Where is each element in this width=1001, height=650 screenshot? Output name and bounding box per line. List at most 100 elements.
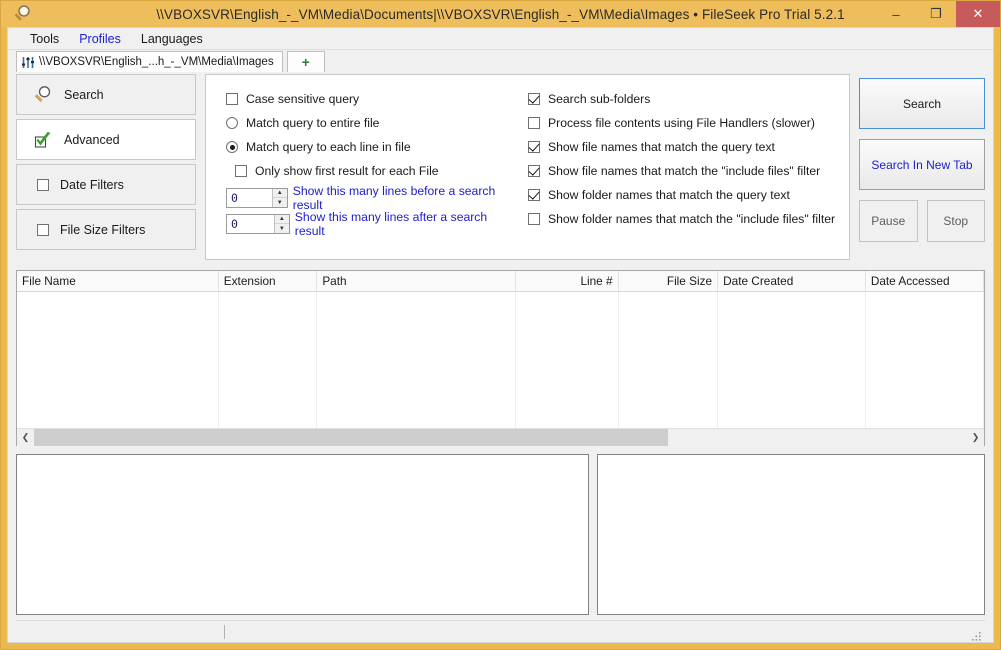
checkbox-icon[interactable] <box>226 93 238 105</box>
lines-after-value[interactable]: 0 <box>227 215 274 233</box>
option-label: Show folder names that match the query t… <box>548 188 790 202</box>
maximize-button[interactable]: ❐ <box>916 1 956 27</box>
magnifier-icon <box>7 3 37 25</box>
options-right-column: Search sub-folders Process file contents… <box>506 87 849 259</box>
radio-icon[interactable] <box>226 141 238 153</box>
add-tab-button[interactable]: + <box>286 51 325 72</box>
settings-accordion: Search Advanced Date Filters File Size F… <box>16 74 196 260</box>
search-settings-section: Search Advanced Date Filters File Size F… <box>16 72 985 260</box>
option-show-folder-names-include-filter[interactable]: Show folder names that match the "includ… <box>528 207 849 231</box>
lines-before-label[interactable]: Show this many lines before a search res… <box>293 184 506 212</box>
option-label: Show file names that match the "include … <box>548 164 821 178</box>
stepper-down-icon[interactable]: ▼ <box>275 224 289 233</box>
menu-item-profiles[interactable]: Profiles <box>69 30 131 48</box>
accordion-label-file-size-filters: File Size Filters <box>60 222 146 237</box>
option-match-each-line[interactable]: Match query to each line in file <box>226 135 506 159</box>
stepper-down-icon[interactable]: ▼ <box>273 198 287 207</box>
column-header-path[interactable]: Path <box>317 271 517 291</box>
tab-search-profile[interactable]: \\VBOXSVR\English_...h_-_VM\Media\Images <box>16 51 283 72</box>
option-match-entire-file[interactable]: Match query to entire file <box>226 111 506 135</box>
pause-button[interactable]: Pause <box>859 200 918 242</box>
checkbox-icon[interactable] <box>528 165 540 177</box>
action-buttons: Search Search In New Tab Pause Stop <box>859 74 985 260</box>
minimize-button[interactable]: – <box>876 1 916 27</box>
application-window: \\VBOXSVR\English_-_VM\Media\Documents|\… <box>0 0 1001 650</box>
column-header-extension[interactable]: Extension <box>219 271 318 291</box>
options-left-column: Case sensitive query Match query to enti… <box>206 87 506 259</box>
checkbox-icon[interactable] <box>528 213 540 225</box>
option-label: Show file names that match the query tex… <box>548 140 775 154</box>
checkbox-icon[interactable] <box>528 189 540 201</box>
search-button[interactable]: Search <box>859 78 985 129</box>
option-show-file-names-include-filter[interactable]: Show file names that match the "include … <box>528 159 849 183</box>
lines-before-value[interactable]: 0 <box>227 189 272 207</box>
stepper-up-icon[interactable]: ▲ <box>272 189 287 198</box>
transport-buttons: Pause Stop <box>859 200 985 242</box>
lines-after-stepper[interactable]: 0 ▲ ▼ <box>226 214 290 234</box>
scroll-left-icon[interactable]: ❮ <box>17 428 34 446</box>
green-check-icon <box>33 130 53 150</box>
option-process-file-handlers[interactable]: Process file contents using File Handler… <box>528 111 849 135</box>
preview-pane-right[interactable] <box>597 454 985 615</box>
scrollbar-track[interactable] <box>34 428 967 446</box>
results-horizontal-scrollbar[interactable]: ❮ ❯ <box>17 428 984 446</box>
accordion-item-date-filters[interactable]: Date Filters <box>16 164 196 205</box>
search-in-new-tab-button[interactable]: Search In New Tab <box>859 139 985 190</box>
scrollbar-thumb[interactable] <box>34 428 669 446</box>
status-segment-1 <box>16 621 224 643</box>
option-label: Match query to each line in file <box>246 140 411 154</box>
option-only-first-result[interactable]: Only show first result for each File <box>226 159 506 183</box>
option-search-subfolders[interactable]: Search sub-folders <box>528 87 849 111</box>
option-label: Match query to entire file <box>246 116 380 130</box>
magnifier-icon <box>33 85 53 105</box>
checkbox-icon[interactable] <box>37 223 49 236</box>
checkbox-icon[interactable] <box>528 93 540 105</box>
preview-pane-left[interactable] <box>16 454 589 615</box>
option-show-folder-names-query[interactable]: Show folder names that match the query t… <box>528 183 849 207</box>
column-header-file-size[interactable]: File Size <box>619 271 719 291</box>
tab-label: \\VBOXSVR\English_...h_-_VM\Media\Images <box>39 56 274 68</box>
column-header-date-created[interactable]: Date Created <box>718 271 866 291</box>
accordion-label-advanced: Advanced <box>64 132 120 147</box>
accordion-item-search[interactable]: Search <box>16 74 196 115</box>
client-area: Tools Profiles Languages \\VBOXSVR\Engli… <box>7 27 994 643</box>
sliders-icon <box>21 56 35 69</box>
stepper-up-icon[interactable]: ▲ <box>274 215 289 224</box>
menu-item-tools[interactable]: Tools <box>20 30 69 48</box>
option-label: Process file contents using File Handler… <box>548 116 815 130</box>
option-label: Show folder names that match the "includ… <box>548 212 836 226</box>
stepper-buttons: ▲ ▼ <box>271 189 287 207</box>
status-segment-2 <box>225 621 985 643</box>
lines-after-label[interactable]: Show this many lines after a search resu… <box>295 210 506 238</box>
results-body[interactable] <box>17 292 985 428</box>
close-button[interactable]: ✕ <box>956 1 1000 27</box>
column-header-date-accessed[interactable]: Date Accessed <box>866 271 984 291</box>
accordion-item-advanced[interactable]: Advanced <box>16 119 196 160</box>
results-table: File Name Extension Path Line # File Siz… <box>16 270 985 446</box>
checkbox-icon[interactable] <box>528 141 540 153</box>
checkbox-icon[interactable] <box>235 165 247 177</box>
lines-before-row: 0 ▲ ▼ Show this many lines before a sear… <box>226 184 506 212</box>
lines-after-row: 0 ▲ ▼ Show this many lines after a searc… <box>226 210 506 238</box>
scroll-right-icon[interactable]: ❯ <box>967 428 984 446</box>
accordion-item-file-size-filters[interactable]: File Size Filters <box>16 209 196 250</box>
window-controls: – ❐ ✕ <box>876 1 1000 27</box>
resize-grip-icon[interactable] <box>971 629 982 641</box>
column-header-line-number[interactable]: Line # <box>516 271 619 291</box>
checkbox-icon[interactable] <box>528 117 540 129</box>
radio-icon[interactable] <box>226 117 238 129</box>
tab-strip: \\VBOXSVR\English_...h_-_VM\Media\Images… <box>8 50 993 72</box>
checkbox-icon[interactable] <box>37 178 49 191</box>
option-show-file-names-query[interactable]: Show file names that match the query tex… <box>528 135 849 159</box>
main-body: Search Advanced Date Filters File Size F… <box>8 72 993 642</box>
stop-button[interactable]: Stop <box>926 200 985 242</box>
column-header-file-name[interactable]: File Name <box>17 271 219 291</box>
advanced-options-panel: Case sensitive query Match query to enti… <box>205 74 850 260</box>
accordion-label-search: Search <box>64 87 104 102</box>
option-label: Case sensitive query <box>246 92 360 106</box>
menu-item-languages[interactable]: Languages <box>131 30 213 48</box>
option-label: Only show first result for each File <box>255 164 439 178</box>
option-case-sensitive-query[interactable]: Case sensitive query <box>226 87 506 111</box>
lines-before-stepper[interactable]: 0 ▲ ▼ <box>226 188 288 208</box>
status-bar <box>16 620 985 642</box>
